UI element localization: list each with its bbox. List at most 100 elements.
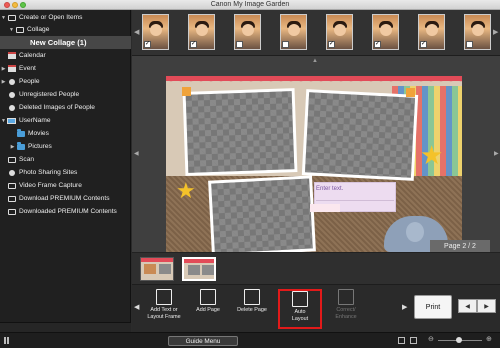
checkbox-icon[interactable] xyxy=(466,41,473,48)
page-indicator: Page 2 / 2 xyxy=(430,240,490,252)
chevron-right-icon[interactable]: ▶ xyxy=(0,79,7,85)
check-icon[interactable]: ✓ xyxy=(144,41,151,48)
sidebar-item-label: Unregistered People xyxy=(19,91,80,98)
chevron-left-icon[interactable]: ◀ xyxy=(134,28,139,36)
sidebar-item-label: Collage xyxy=(27,26,50,33)
film-icon xyxy=(7,182,16,189)
zoom-in-icon[interactable]: ⊕ xyxy=(486,335,492,343)
chevron-down-icon[interactable]: ▼ xyxy=(8,27,15,33)
collage-page[interactable]: ★ ★ Enter text. xyxy=(166,76,462,254)
sidebar-item-create-or-open-items[interactable]: ▼ Create or Open Items xyxy=(0,12,131,23)
folder-icon xyxy=(16,142,25,150)
sidebar-item-label: Calendar xyxy=(19,52,46,59)
calendar-icon xyxy=(7,52,16,59)
view-grid-icon[interactable] xyxy=(410,337,417,344)
sidebar-item-download-premium-contents[interactable]: Download PREMIUM Contents xyxy=(0,193,131,204)
chevron-down-icon[interactable]: ▼ xyxy=(0,15,7,21)
sidebar-item-username[interactable]: ▼ UserName xyxy=(0,115,131,126)
sidebar-item-label: New Collage (1) xyxy=(30,38,87,47)
image-thumbnail[interactable]: ✓ xyxy=(418,14,445,50)
chevron-down-icon[interactable]: ▼ xyxy=(0,118,7,124)
sidebar-item-people[interactable]: ▶ People xyxy=(0,76,131,87)
sidebar-footer xyxy=(0,322,131,332)
pages-strip[interactable] xyxy=(132,252,500,284)
status-bar: Guide Menu ⊖ ⊕ xyxy=(0,332,500,348)
folder-icon xyxy=(16,129,25,137)
image-thumbnail[interactable] xyxy=(280,14,307,50)
image-thumbnail[interactable]: ✓ xyxy=(326,14,353,50)
check-icon[interactable]: ✓ xyxy=(374,41,381,48)
chevron-left-icon[interactable]: ◀ xyxy=(134,303,139,311)
tape-decoration xyxy=(182,87,191,96)
auto-layout-button[interactable]: Auto Layout xyxy=(278,289,322,329)
note-divider xyxy=(316,200,394,201)
correct-enhance-button[interactable]: Correct/ Enhance xyxy=(324,289,368,329)
sidebar-item-calendar[interactable]: Calendar xyxy=(0,50,131,61)
chevron-left-icon[interactable]: ◀ xyxy=(134,150,139,157)
sidebar-item-deleted-images-of-people[interactable]: Deleted Images of People xyxy=(0,102,131,113)
sidebar-item-label: Pictures xyxy=(28,143,52,150)
layout-frame[interactable] xyxy=(301,89,419,181)
chevron-right-icon[interactable]: ▶ xyxy=(493,28,498,36)
sidebar-item-label: Downloaded PREMIUM Contents xyxy=(19,208,117,215)
page-thumbnail-selected[interactable] xyxy=(182,257,216,281)
edit-canvas[interactable]: ▲ ◀ ▶ ★ ★ Enter text. Page 2 / 2 xyxy=(132,56,500,254)
sidebar-item-label: UserName xyxy=(19,117,51,124)
image-thumbnail[interactable] xyxy=(464,14,491,50)
sidebar-item-label: Deleted Images of People xyxy=(19,104,95,111)
download-icon xyxy=(7,195,16,202)
check-icon[interactable]: ✓ xyxy=(190,41,197,48)
sidebar-item-downloaded-premium-contents[interactable]: Downloaded PREMIUM Contents xyxy=(0,206,131,217)
checkbox-icon[interactable] xyxy=(282,41,289,48)
sidebar-item-event[interactable]: ▶ Event xyxy=(0,63,131,74)
add-text-or-layout-frame-button[interactable]: Add Text or Layout Frame xyxy=(142,289,186,329)
chevron-up-icon[interactable]: ▲ xyxy=(312,58,318,64)
chevron-right-icon[interactable]: ▶ xyxy=(9,144,16,150)
image-thumbnail[interactable] xyxy=(234,14,261,50)
bottom-toolbar: ◀ Add Text or Layout Frame Add Page Dele… xyxy=(132,284,500,332)
previous-page-button[interactable]: ◀ xyxy=(458,299,477,313)
sidebar-item-pictures[interactable]: ▶ Pictures xyxy=(0,141,131,152)
chevron-right-icon[interactable]: ▶ xyxy=(494,150,499,157)
image-thumbnail[interactable]: ✓ xyxy=(142,14,169,50)
zoom-slider-knob[interactable] xyxy=(456,337,462,343)
sidebar-item-movies[interactable]: Movies xyxy=(0,128,131,139)
layout-frame[interactable] xyxy=(208,175,316,254)
guide-menu-button[interactable]: Guide Menu xyxy=(168,336,238,346)
sidebar-item-video-frame-capture[interactable]: Video Frame Capture xyxy=(0,180,131,191)
sidebar-item-label: Scan xyxy=(19,156,35,163)
sidebar-item-collage[interactable]: ▼ Collage xyxy=(0,24,131,35)
sidebar-item-photo-sharing-sites[interactable]: Photo Sharing Sites xyxy=(0,167,131,178)
image-thumbnail-strip[interactable]: ◀ ✓ ✓ ✓ ✓ ✓ ▶ xyxy=(132,10,500,56)
print-button[interactable]: Print xyxy=(414,295,452,319)
checkbox-icon[interactable] xyxy=(236,41,243,48)
window-title: Canon My Image Garden xyxy=(210,1,290,8)
sidebar-toggle-icon[interactable] xyxy=(4,337,9,344)
add-page-button[interactable]: Add Page xyxy=(186,289,230,329)
person-icon xyxy=(7,78,16,85)
sidebar-item-label: People xyxy=(19,78,40,85)
image-thumbnail[interactable]: ✓ xyxy=(188,14,215,50)
check-icon[interactable]: ✓ xyxy=(328,41,335,48)
image-thumbnail[interactable]: ✓ xyxy=(372,14,399,50)
sidebar-item-new-collage[interactable]: New Collage (1) xyxy=(0,36,131,49)
add-page-icon xyxy=(200,289,216,305)
check-icon[interactable]: ✓ xyxy=(420,41,427,48)
chevron-right-icon[interactable]: ▶ xyxy=(0,66,7,72)
zoom-out-icon[interactable]: ⊖ xyxy=(428,335,434,343)
sidebar-item-scan[interactable]: Scan xyxy=(0,154,131,165)
main-area: ◀ ✓ ✓ ✓ ✓ ✓ ▶ ▲ ◀ ▶ ★ ★ Enter text. Page… xyxy=(132,10,500,332)
view-list-icon[interactable] xyxy=(398,337,405,344)
calendar-icon xyxy=(7,65,16,72)
next-page-button[interactable]: ▶ xyxy=(477,299,496,313)
scanner-icon xyxy=(7,156,16,163)
person-icon xyxy=(7,91,16,98)
delete-page-button[interactable]: Delete Page xyxy=(230,289,274,329)
sidebar-item-label: Download PREMIUM Contents xyxy=(19,195,110,202)
page-thumbnail[interactable] xyxy=(140,257,174,281)
text-placeholder[interactable]: Enter text. xyxy=(316,186,343,192)
layout-frame[interactable] xyxy=(182,88,298,176)
checkbox-icon xyxy=(15,26,24,33)
sidebar-item-unregistered-people[interactable]: Unregistered People xyxy=(0,89,131,100)
chevron-right-icon[interactable]: ▶ xyxy=(402,303,407,311)
